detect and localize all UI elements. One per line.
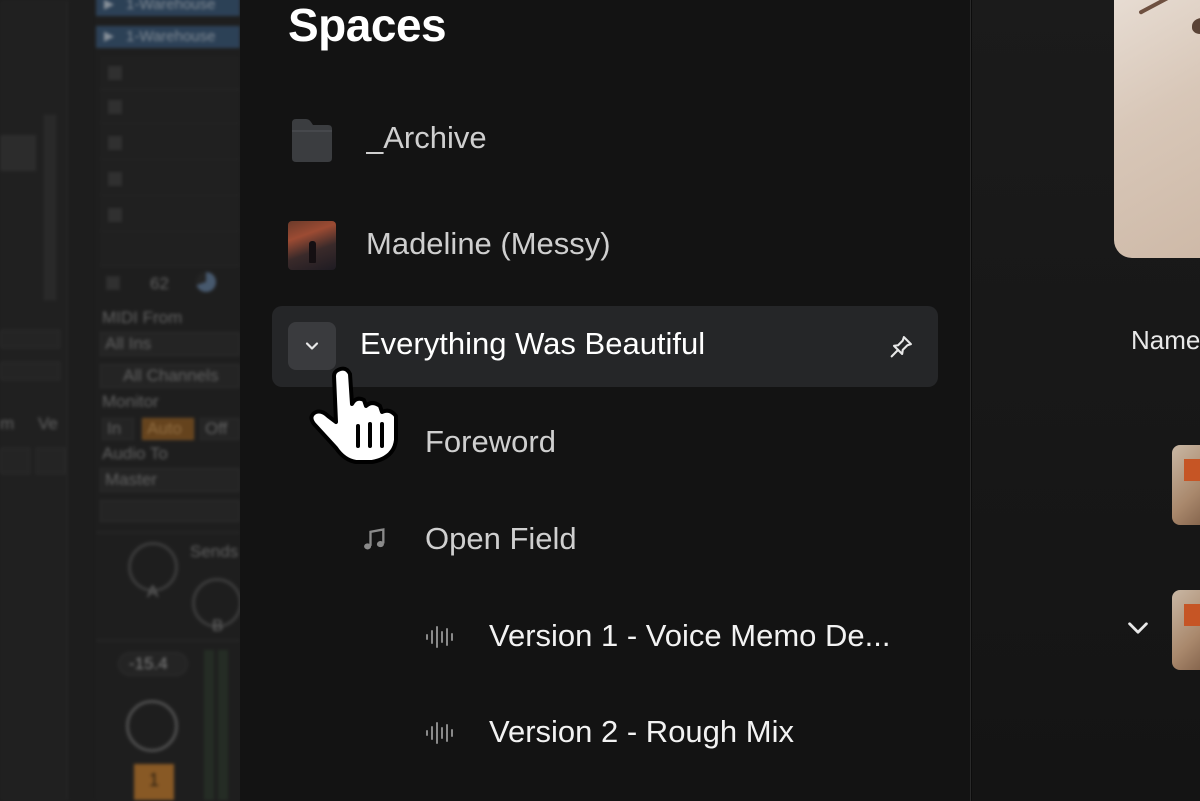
- cover-art: [1114, 0, 1200, 258]
- space-item-version-2[interactable]: Version 2 - Rough Mix: [272, 694, 938, 774]
- daw-clip: 1-Warehouse: [96, 26, 240, 48]
- space-item-label: Open Field: [425, 521, 577, 556]
- daw-level-meter: [204, 650, 214, 800]
- space-item-madeline[interactable]: Madeline (Messy): [272, 206, 938, 286]
- daw-send-a-label: A: [147, 582, 159, 601]
- daw-channel-select: All Channels: [100, 364, 240, 388]
- daw-send-b-label: B: [212, 616, 224, 635]
- space-item-label: Madeline (Messy): [366, 226, 611, 261]
- file-thumbnail[interactable]: [1172, 445, 1200, 525]
- daw-left-strip: [0, 0, 68, 801]
- space-item-label: Everything Was Beautiful: [360, 326, 706, 361]
- space-item-label: Version 2 - Rough Mix: [489, 714, 794, 749]
- page-title: Spaces: [288, 0, 447, 51]
- daw-pan-knob: [126, 700, 178, 752]
- daw-sends-label: Sends: [190, 542, 239, 561]
- space-item-version-1[interactable]: Version 1 - Voice Memo De...: [272, 598, 938, 678]
- daw-midi-from-label: MIDI From: [102, 308, 183, 327]
- chevron-down-icon[interactable]: [1124, 614, 1152, 642]
- daw-divider: [96, 640, 240, 641]
- pin-button[interactable]: [886, 332, 916, 362]
- daw-mixer: m Ve 1-Warehouse 1-Warehouse 62 MIDI Fro…: [0, 0, 240, 801]
- daw-backdrop: m Ve 1-Warehouse 1-Warehouse 62 MIDI Fro…: [0, 0, 240, 801]
- file-thumbnail[interactable]: [1172, 590, 1200, 670]
- daw-level-meter: [218, 650, 228, 800]
- daw-clip-slot: [100, 162, 240, 196]
- space-item-open-field[interactable]: Open Field: [272, 501, 938, 581]
- daw-scrollbar: [44, 115, 56, 300]
- daw-midi-from-select: All Ins: [100, 332, 240, 356]
- daw-field: [0, 448, 30, 474]
- space-item-label: _Archive: [366, 120, 487, 155]
- daw-divider: [96, 532, 240, 533]
- waveform-icon: [426, 722, 453, 744]
- daw-monitor-off: Off: [200, 418, 240, 440]
- daw-tempo: 62: [150, 274, 169, 293]
- daw-field: [0, 330, 60, 348]
- daw-clip-slot: [100, 126, 240, 160]
- daw-col-ve: Ve: [38, 414, 58, 433]
- daw-clip-slot: [100, 198, 240, 232]
- detail-panel: Name: [972, 0, 1200, 801]
- daw-pie-icon: [196, 272, 216, 292]
- daw-clip-slot: [100, 234, 240, 266]
- daw-audio-to-select: Master: [100, 468, 240, 492]
- daw-field: [100, 500, 240, 522]
- daw-audio-to-label: Audio To: [102, 444, 168, 463]
- space-item-archive[interactable]: _Archive: [272, 100, 938, 180]
- daw-monitor-label: Monitor: [102, 392, 159, 411]
- column-header-name[interactable]: Name: [1131, 325, 1200, 356]
- daw-clip-slot: [100, 90, 240, 124]
- daw-col-m: m: [0, 414, 15, 433]
- waveform-icon: [426, 626, 453, 648]
- space-item-label: Foreword: [425, 424, 556, 459]
- daw-block: [0, 135, 36, 171]
- daw-track-number: 1: [134, 764, 174, 800]
- daw-clip: 1-Warehouse: [96, 0, 240, 16]
- daw-volume-readout: -15.4: [118, 652, 188, 676]
- hand-pointer-cursor-icon: [309, 366, 398, 464]
- album-art: [288, 221, 336, 270]
- daw-clip-slot: [100, 56, 240, 90]
- daw-field: [0, 362, 60, 380]
- chevron-down-icon: [305, 342, 319, 350]
- folder-icon: [292, 119, 332, 162]
- music-note-icon: [364, 528, 385, 550]
- daw-monitor-auto: Auto: [142, 418, 194, 440]
- space-item-label: Version 1 - Voice Memo De...: [489, 618, 891, 653]
- daw-monitor-in: In: [102, 418, 134, 440]
- daw-stop-button: [106, 276, 120, 290]
- pin-icon: [890, 336, 912, 358]
- daw-field: [36, 448, 66, 474]
